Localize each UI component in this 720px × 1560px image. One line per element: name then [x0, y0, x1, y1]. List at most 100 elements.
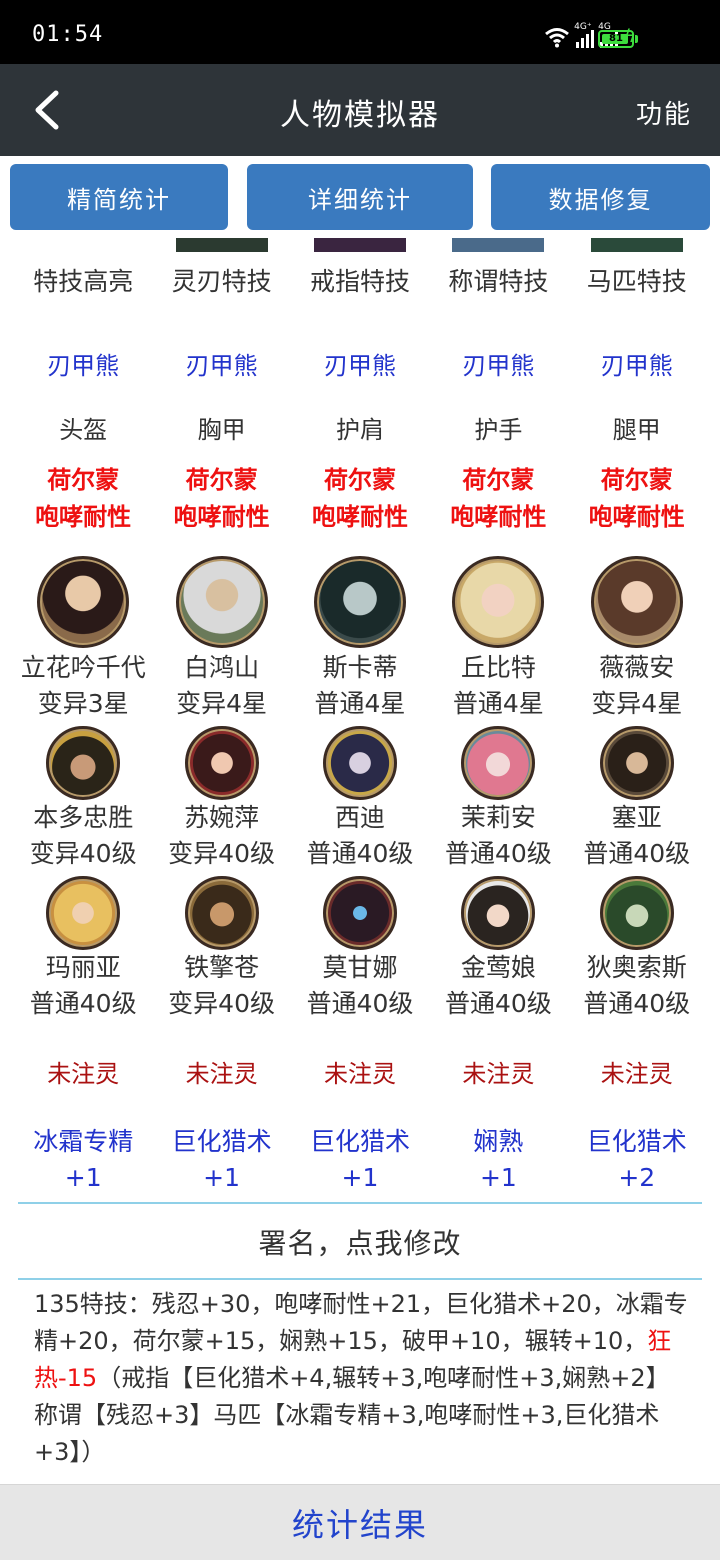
armor-trait[interactable]: 荷尔蒙 咆哮耐性: [568, 462, 706, 536]
armor-trait[interactable]: 荷尔蒙 咆哮耐性: [152, 462, 290, 536]
hero-level: 普通40级: [306, 989, 414, 1018]
simple-stats-button[interactable]: 精简统计: [10, 164, 228, 230]
hero-avatar[interactable]: [599, 876, 674, 950]
pet-skill[interactable]: 巨化猎术 +1: [152, 1124, 290, 1196]
hero-card[interactable]: 薇薇安 变异4星: [568, 650, 706, 722]
special-slot-row: 特技高亮 灵刃特技 戒指特技 称谓特技 马匹特技: [14, 264, 706, 300]
pet-skill[interactable]: 巨化猎术 +2: [568, 1124, 706, 1196]
special-slot-label[interactable]: 特技高亮: [14, 264, 152, 300]
armor-trait[interactable]: 荷尔蒙 咆哮耐性: [291, 462, 429, 536]
hero-card[interactable]: 茉莉安 普通40级: [429, 800, 567, 872]
hero-name: 狄奥索斯: [586, 953, 687, 982]
hero-avatar[interactable]: [322, 876, 397, 950]
set-name[interactable]: 刃甲熊: [14, 350, 152, 382]
armor-slot-row: 头盔 胸甲 护肩 护手 腿甲: [14, 414, 706, 446]
soul-status[interactable]: 未注灵: [568, 1058, 706, 1090]
stat-button-bar: 精简统计 详细统计 数据修复: [0, 164, 720, 230]
special-image[interactable]: [313, 238, 406, 252]
hero-avatar[interactable]: [461, 876, 536, 950]
page-title: 人物模拟器: [280, 98, 440, 133]
stat-summary: 135特技：残忍+30，咆哮耐性+21，巨化猎术+20，冰霜专精+20，荷尔蒙+…: [34, 1290, 688, 1466]
armor-slot-label[interactable]: 腿甲: [568, 414, 706, 446]
hero-card[interactable]: 狄奥索斯普通40级: [568, 950, 706, 1022]
detail-stats-button[interactable]: 详细统计: [247, 164, 473, 230]
hero-row3-avatar-row: [14, 876, 706, 950]
soul-status[interactable]: 未注灵: [429, 1058, 567, 1090]
pet-skill[interactable]: 娴熟 +1: [429, 1124, 567, 1196]
special-slot-label[interactable]: 马匹特技: [568, 264, 706, 300]
hero-card[interactable]: 本多忠胜 变异40级: [14, 800, 152, 872]
set-name[interactable]: 刃甲熊: [429, 350, 567, 382]
hero-avatar[interactable]: [37, 556, 130, 648]
hero-name: 莫甘娜: [322, 953, 398, 982]
special-slot-label[interactable]: 戒指特技: [291, 264, 429, 300]
hero-row3-info-row: 玛丽亚 普通40级 铁擎苍 变异40级 莫甘娜 普通40级 金莺娘 普通40级 狄奥索斯…: [14, 950, 706, 1022]
soul-status[interactable]: 未注灵: [152, 1058, 290, 1090]
hero-level: 变异4星: [591, 689, 683, 718]
armor-slot-label[interactable]: 护肩: [291, 414, 429, 446]
hero-level: 变异3星: [37, 689, 129, 718]
set-name[interactable]: 刃甲熊: [152, 350, 290, 382]
main-hero-avatar-row: [14, 556, 706, 648]
soul-status[interactable]: 未注灵: [14, 1058, 152, 1090]
hero-avatar[interactable]: [452, 556, 545, 648]
hero-name: 立花吟千代: [20, 653, 146, 682]
special-image[interactable]: [590, 238, 683, 252]
hero-card[interactable]: 白鸿山 变异4星: [152, 650, 290, 722]
hero-avatar[interactable]: [184, 726, 259, 800]
hero-avatar[interactable]: [184, 876, 259, 950]
special-image[interactable]: [452, 238, 545, 252]
special-slot-label[interactable]: 灵刃特技: [152, 264, 290, 300]
hero-card[interactable]: 铁擎苍 变异40级: [152, 950, 290, 1022]
armor-trait-row: 荷尔蒙 咆哮耐性 荷尔蒙 咆哮耐性 荷尔蒙 咆哮耐性 荷尔蒙 咆哮耐性 荷尔蒙 咆哮耐性: [14, 462, 706, 536]
main-hero-info-row: 立花吟千代变异3星 白鸿山 变异4星 斯卡蒂 普通4星 丘比特 普通4星 薇薇安 变异4…: [14, 650, 706, 722]
hero-card[interactable]: 西迪 普通40级: [291, 800, 429, 872]
armor-slot-label[interactable]: 胸甲: [152, 414, 290, 446]
hero-avatar[interactable]: [313, 556, 406, 648]
divider: [18, 1202, 702, 1204]
pet-skill[interactable]: 冰霜专精 +1: [14, 1124, 152, 1196]
armor-slot-label[interactable]: 护手: [429, 414, 567, 446]
set-name[interactable]: 刃甲熊: [568, 350, 706, 382]
special-images-row: [14, 238, 706, 252]
hero-level: 普通40级: [583, 989, 691, 1018]
set-name[interactable]: 刃甲熊: [291, 350, 429, 382]
armor-trait[interactable]: 荷尔蒙 咆哮耐性: [429, 462, 567, 536]
status-time: 01:54: [32, 22, 104, 47]
hero-avatar[interactable]: [599, 726, 674, 800]
hero-avatar[interactable]: [322, 726, 397, 800]
armor-trait[interactable]: 荷尔蒙 咆哮耐性: [14, 462, 152, 536]
hero-card[interactable]: 斯卡蒂 普通4星: [291, 650, 429, 722]
hero-card[interactable]: 丘比特 普通4星: [429, 650, 567, 722]
app-bar: 人物模拟器 功能: [0, 64, 720, 156]
armor-slot-label[interactable]: 头盔: [14, 414, 152, 446]
function-menu-button[interactable]: 功能: [636, 94, 692, 131]
hero-name: 玛丽亚: [45, 953, 121, 982]
hero-level: 普通40级: [306, 839, 414, 868]
hero-avatar[interactable]: [461, 726, 536, 800]
hero-avatar[interactable]: [46, 726, 121, 800]
battery-icon: 81: [598, 30, 634, 48]
hero-card[interactable]: 金莺娘 普通40级: [429, 950, 567, 1022]
hero-avatar[interactable]: [175, 556, 268, 648]
status-bar: 01:54 4G⁺ 4G ϟ 81: [0, 0, 720, 64]
hero-card[interactable]: 玛丽亚 普通40级: [14, 950, 152, 1022]
stat-result-button[interactable]: 统计结果: [0, 1484, 720, 1560]
hero-level: 普通40级: [583, 839, 691, 868]
hero-name: 铁擎苍: [184, 953, 260, 982]
hero-row2-info-row: 本多忠胜 变异40级 苏婉萍 变异40级 西迪 普通40级 茉莉安 普通40级 塞亚 普通…: [14, 800, 706, 872]
hero-card[interactable]: 苏婉萍 变异40级: [152, 800, 290, 872]
hero-avatar[interactable]: [590, 556, 683, 648]
hero-card[interactable]: 塞亚 普通40级: [568, 800, 706, 872]
battery-cap: [635, 35, 638, 43]
special-image[interactable]: [175, 238, 268, 252]
hero-card[interactable]: 立花吟千代变异3星: [14, 650, 152, 722]
pet-skill[interactable]: 巨化猎术 +1: [291, 1124, 429, 1196]
hero-avatar[interactable]: [46, 876, 121, 950]
data-repair-button[interactable]: 数据修复: [491, 164, 710, 230]
special-slot-label[interactable]: 称谓特技: [429, 264, 567, 300]
set-name-row: 刃甲熊 刃甲熊 刃甲熊 刃甲熊 刃甲熊: [14, 350, 706, 382]
soul-status[interactable]: 未注灵: [291, 1058, 429, 1090]
hero-card[interactable]: 莫甘娜普通40级: [291, 950, 429, 1022]
signature-edit[interactable]: 署名，点我修改: [0, 1222, 720, 1262]
